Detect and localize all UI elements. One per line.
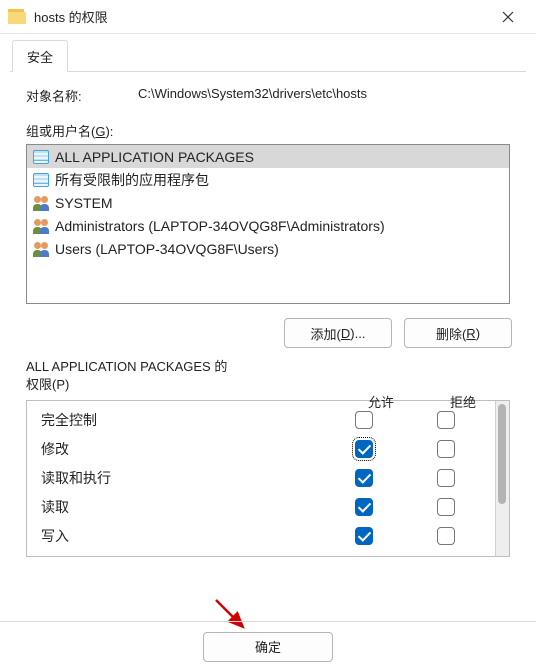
allow-checkbox[interactable] [355, 411, 373, 429]
permission-row: 写入 [35, 521, 487, 550]
list-item[interactable]: Administrators (LAPTOP-34OVQG8F\Administ… [27, 214, 509, 237]
deny-checkbox[interactable] [437, 469, 455, 487]
close-button[interactable] [488, 2, 528, 32]
permissions-label: ALL APPLICATION PACKAGES 的 权限(P) [26, 358, 510, 394]
tab-security[interactable]: 安全 [12, 40, 68, 72]
permission-name: 完全控制 [35, 410, 323, 430]
allow-checkbox[interactable] [355, 469, 373, 487]
allow-checkbox[interactable] [355, 527, 373, 545]
object-name-row: 对象名称: C:\Windows\System32\drivers\etc\ho… [26, 86, 510, 105]
list-item-label: 所有受限制的应用程序包 [55, 170, 209, 190]
groups-label: 组或用户名(G): [26, 121, 510, 140]
object-name-value: C:\Windows\System32\drivers\etc\hosts [138, 86, 367, 105]
permission-row: 读取 [35, 492, 487, 521]
ok-button[interactable]: 确定 [203, 632, 333, 662]
users-group-icon [33, 241, 51, 257]
list-item[interactable]: Users (LAPTOP-34OVQG8F\Users) [27, 237, 509, 260]
allow-checkbox[interactable] [355, 498, 373, 516]
deny-checkbox[interactable] [437, 498, 455, 516]
permissions-scrollbar[interactable] [495, 401, 509, 556]
add-button[interactable]: 添加(D)... [284, 318, 392, 348]
list-item-label: ALL APPLICATION PACKAGES [55, 149, 254, 165]
permission-name: 读取和执行 [35, 468, 323, 488]
permission-row: 修改 [35, 434, 487, 463]
app-package-icon [33, 173, 49, 187]
folder-icon [8, 9, 26, 25]
allow-checkbox[interactable] [355, 440, 373, 458]
deny-checkbox[interactable] [437, 411, 455, 429]
scrollbar-thumb[interactable] [498, 404, 506, 504]
window-title: hosts 的权限 [34, 7, 488, 26]
title-bar: hosts 的权限 [0, 0, 536, 34]
permission-row: 读取和执行 [35, 463, 487, 492]
list-item[interactable]: ALL APPLICATION PACKAGES [27, 145, 509, 168]
users-group-icon [33, 218, 51, 234]
object-name-label: 对象名称: [26, 86, 138, 105]
app-package-icon [33, 150, 49, 164]
list-item[interactable]: 所有受限制的应用程序包 [27, 168, 509, 191]
permission-name: 写入 [35, 526, 323, 546]
deny-checkbox[interactable] [437, 440, 455, 458]
close-icon [502, 11, 514, 23]
remove-button[interactable]: 删除(R) [404, 318, 512, 348]
groups-listbox[interactable]: ALL APPLICATION PACKAGES 所有受限制的应用程序包 SYSTE… [26, 144, 510, 304]
list-item-label: Administrators (LAPTOP-34OVQG8F\Administ… [55, 218, 385, 234]
permission-row: 完全控制 [35, 405, 487, 434]
permissions-table: 完全控制修改读取和执行读取写入 [26, 400, 510, 557]
tab-strip: 安全 [10, 40, 526, 72]
dialog-button-bar: 确定 [0, 621, 536, 671]
users-group-icon [33, 195, 51, 211]
list-item[interactable]: SYSTEM [27, 191, 509, 214]
deny-checkbox[interactable] [437, 527, 455, 545]
permission-name: 读取 [35, 497, 323, 517]
permission-name: 修改 [35, 439, 323, 459]
list-item-label: Users (LAPTOP-34OVQG8F\Users) [55, 241, 279, 257]
list-item-label: SYSTEM [55, 195, 113, 211]
